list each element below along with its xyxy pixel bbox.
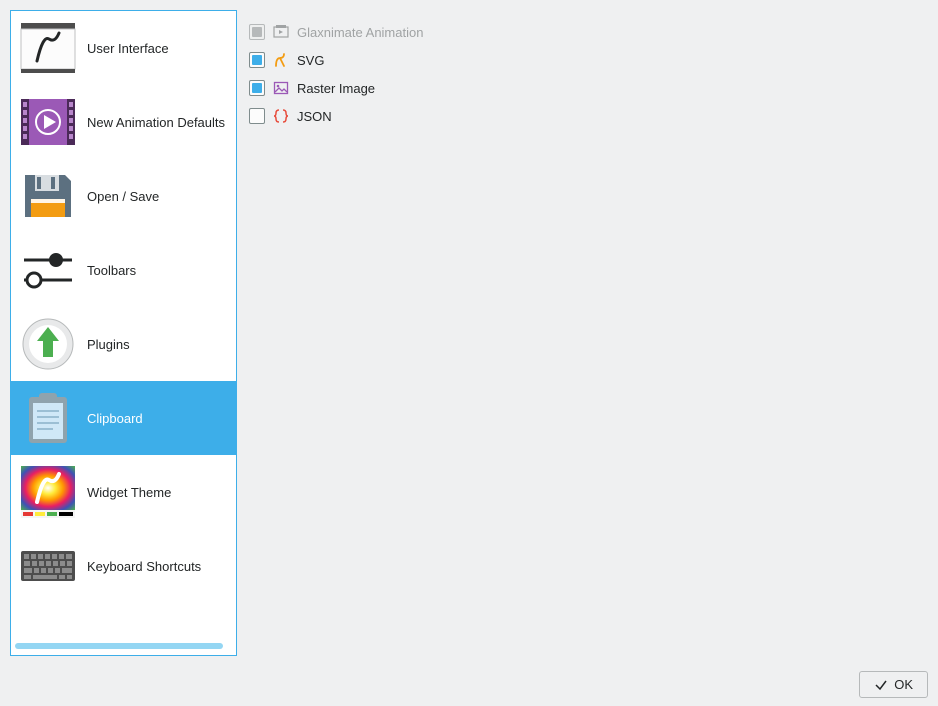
sidebar-item-label: Widget Theme xyxy=(87,485,228,500)
sidebar-item-plugins[interactable]: Plugins xyxy=(11,307,236,381)
user-interface-icon xyxy=(19,21,77,75)
sidebar-item-label: Clipboard xyxy=(87,411,228,426)
plugins-icon xyxy=(19,317,77,371)
settings-sidebar: User Interface New Animation Defaults xyxy=(10,10,237,656)
option-json[interactable]: JSON xyxy=(249,102,916,130)
sidebar-item-label: Toolbars xyxy=(87,263,228,278)
option-svg[interactable]: SVG xyxy=(249,46,916,74)
sidebar-item-label: User Interface xyxy=(87,41,228,56)
toolbars-icon xyxy=(19,243,77,297)
clipboard-settings-panel: Glaxnimate Animation SVG Raster Image JS… xyxy=(237,10,928,656)
svg-icon xyxy=(273,52,289,68)
save-icon xyxy=(19,169,77,223)
checkbox-glaxnimate xyxy=(249,24,265,40)
sidebar-item-label: Keyboard Shortcuts xyxy=(87,559,228,574)
glaxnimate-icon xyxy=(273,24,289,40)
checkbox-svg[interactable] xyxy=(249,52,265,68)
clipboard-icon xyxy=(19,391,77,445)
image-icon xyxy=(273,80,289,96)
sidebar-item-open-save[interactable]: Open / Save xyxy=(11,159,236,233)
animation-defaults-icon xyxy=(19,95,77,149)
widget-theme-icon xyxy=(19,465,77,519)
sidebar-item-label: Plugins xyxy=(87,337,228,352)
sidebar-item-user-interface[interactable]: User Interface xyxy=(11,11,236,85)
sidebar-item-toolbars[interactable]: Toolbars xyxy=(11,233,236,307)
option-label: Glaxnimate Animation xyxy=(297,25,423,40)
sidebar-item-clipboard[interactable]: Clipboard xyxy=(11,381,236,455)
sidebar-item-keyboard-shortcuts[interactable]: Keyboard Shortcuts xyxy=(11,529,236,603)
check-icon xyxy=(874,678,888,692)
option-label: JSON xyxy=(297,109,332,124)
option-label: SVG xyxy=(297,53,324,68)
sidebar-horizontal-scrollbar[interactable] xyxy=(15,641,232,651)
option-glaxnimate-animation: Glaxnimate Animation xyxy=(249,18,916,46)
sidebar-item-new-animation-defaults[interactable]: New Animation Defaults xyxy=(11,85,236,159)
checkbox-json[interactable] xyxy=(249,108,265,124)
sidebar-item-label: Open / Save xyxy=(87,189,228,204)
keyboard-icon xyxy=(19,539,77,593)
json-icon xyxy=(273,108,289,124)
option-label: Raster Image xyxy=(297,81,375,96)
ok-button[interactable]: OK xyxy=(859,671,928,698)
sidebar-item-widget-theme[interactable]: Widget Theme xyxy=(11,455,236,529)
option-raster-image[interactable]: Raster Image xyxy=(249,74,916,102)
ok-button-label: OK xyxy=(894,677,913,692)
sidebar-item-label: New Animation Defaults xyxy=(87,115,228,130)
checkbox-raster[interactable] xyxy=(249,80,265,96)
